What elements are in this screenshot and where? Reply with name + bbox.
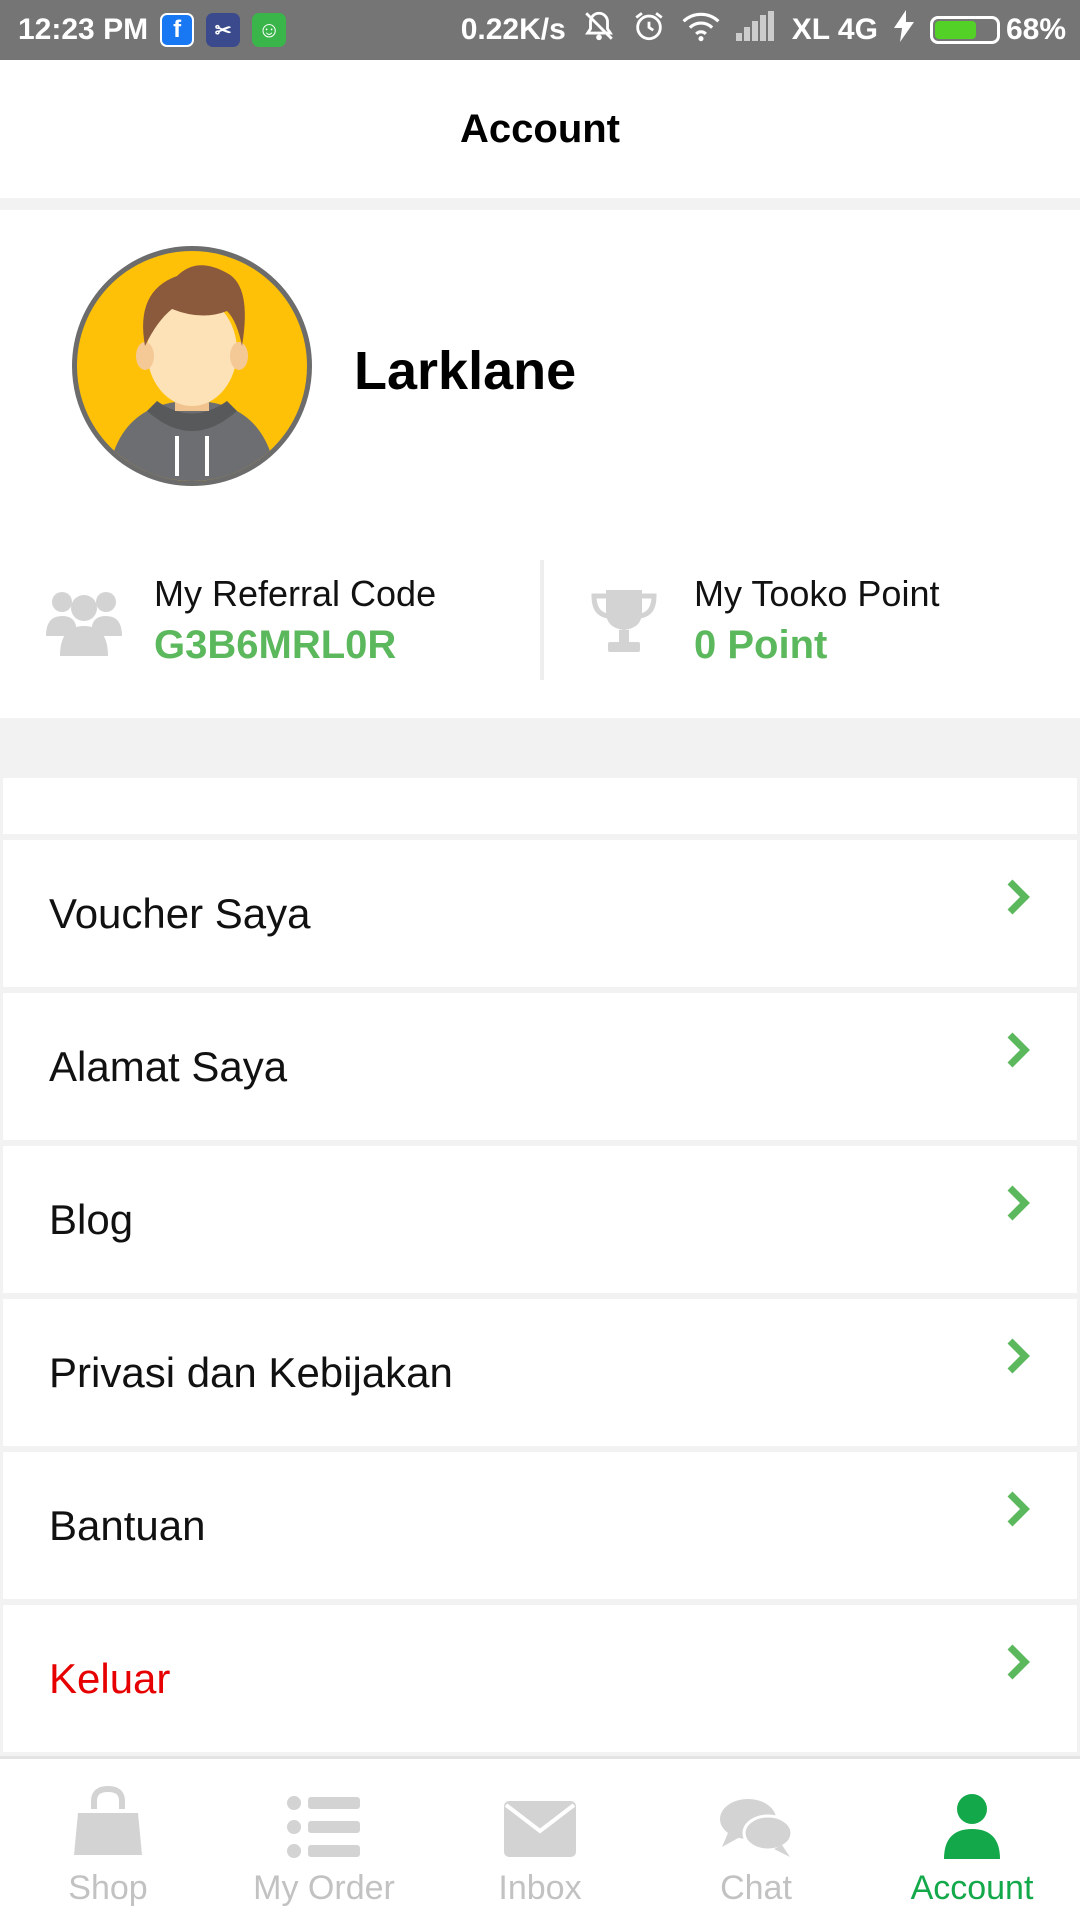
facebook-icon: f	[160, 13, 195, 47]
scissors-app-icon: ✂	[206, 13, 241, 47]
bottom-navigation: Shop My Order Inbox Chat Account	[0, 1756, 1080, 1920]
status-time: 12:23 PM	[18, 13, 149, 46]
profile-card: Larklane My Referral Code G3B6MRL0R My T…	[0, 210, 1080, 718]
points-label: My Tooko Point	[694, 572, 940, 614]
nav-label: Shop	[68, 1869, 148, 1907]
menu-item-label: Voucher Saya	[49, 889, 311, 937]
envelope-icon	[502, 1779, 578, 1859]
referral-code-label: My Referral Code	[154, 572, 437, 614]
account-menu: Voucher Saya Alamat Saya Blog Privasi da…	[3, 840, 1077, 1758]
chevron-right-icon	[1005, 1643, 1031, 1686]
alarm-icon	[632, 9, 666, 51]
nav-chat[interactable]: Chat	[648, 1759, 864, 1920]
user-icon	[942, 1779, 1002, 1859]
list-icon	[286, 1779, 362, 1859]
menu-item-label: Bantuan	[49, 1501, 206, 1549]
battery-icon	[929, 16, 1000, 44]
trophy-icon	[584, 580, 664, 660]
menu-item-blog[interactable]: Blog	[3, 1146, 1077, 1293]
status-bar: 12:23 PM f ✂ ☺ 0.22K/s XL 4G 68%	[0, 0, 1080, 60]
menu-item-label: Alamat Saya	[49, 1042, 288, 1090]
shopping-bag-icon	[70, 1779, 146, 1859]
avatar-illustration	[107, 265, 277, 481]
referral-code-section[interactable]: My Referral Code G3B6MRL0R	[44, 560, 436, 680]
network-speed: 0.22K/s	[460, 13, 566, 46]
menu-item-address[interactable]: Alamat Saya	[3, 993, 1077, 1140]
referral-code-value: G3B6MRL0R	[154, 623, 397, 668]
points-value: 0 Point	[694, 623, 828, 668]
signal-icon	[735, 11, 776, 49]
avatar[interactable]	[72, 246, 312, 486]
chevron-right-icon	[1005, 1337, 1031, 1380]
app-header: Account	[0, 60, 1080, 198]
nav-label: My Order	[253, 1869, 395, 1907]
menu-item-privacy[interactable]: Privasi dan Kebijakan	[3, 1299, 1077, 1446]
username: Larklane	[354, 341, 577, 401]
charging-icon	[893, 10, 914, 50]
battery-indicator: 68%	[929, 13, 1066, 47]
nav-label: Chat	[720, 1869, 792, 1907]
nav-my-order[interactable]: My Order	[216, 1759, 432, 1920]
nav-account[interactable]: Account	[864, 1759, 1080, 1920]
nav-shop[interactable]: Shop	[0, 1759, 216, 1920]
nav-label: Account	[910, 1869, 1034, 1907]
nav-inbox[interactable]: Inbox	[432, 1759, 648, 1920]
points-section[interactable]: My Tooko Point 0 Point	[584, 560, 939, 680]
chat-bubbles-icon	[718, 1779, 794, 1859]
chevron-right-icon	[1005, 1490, 1031, 1533]
menu-item-label: Privasi dan Kebijakan	[49, 1348, 453, 1396]
menu-spacer	[3, 778, 1077, 834]
wifi-icon	[682, 10, 720, 50]
chevron-right-icon	[1005, 878, 1031, 921]
battery-fill	[934, 21, 976, 39]
android-app-icon: ☺	[252, 13, 287, 47]
menu-item-help[interactable]: Bantuan	[3, 1452, 1077, 1599]
chevron-right-icon	[1005, 1031, 1031, 1074]
menu-item-logout[interactable]: Keluar	[3, 1605, 1077, 1752]
menu-item-label: Keluar	[49, 1654, 171, 1702]
page-title: Account	[460, 106, 620, 151]
battery-percent: 68%	[1005, 13, 1066, 46]
stat-divider	[540, 560, 544, 680]
nav-label: Inbox	[498, 1869, 582, 1907]
menu-item-voucher[interactable]: Voucher Saya	[3, 840, 1077, 987]
group-icon	[44, 580, 124, 660]
chevron-right-icon	[1005, 1184, 1031, 1227]
carrier-label: XL 4G	[791, 13, 878, 46]
mute-bell-icon	[582, 9, 616, 51]
menu-item-label: Blog	[49, 1195, 134, 1243]
